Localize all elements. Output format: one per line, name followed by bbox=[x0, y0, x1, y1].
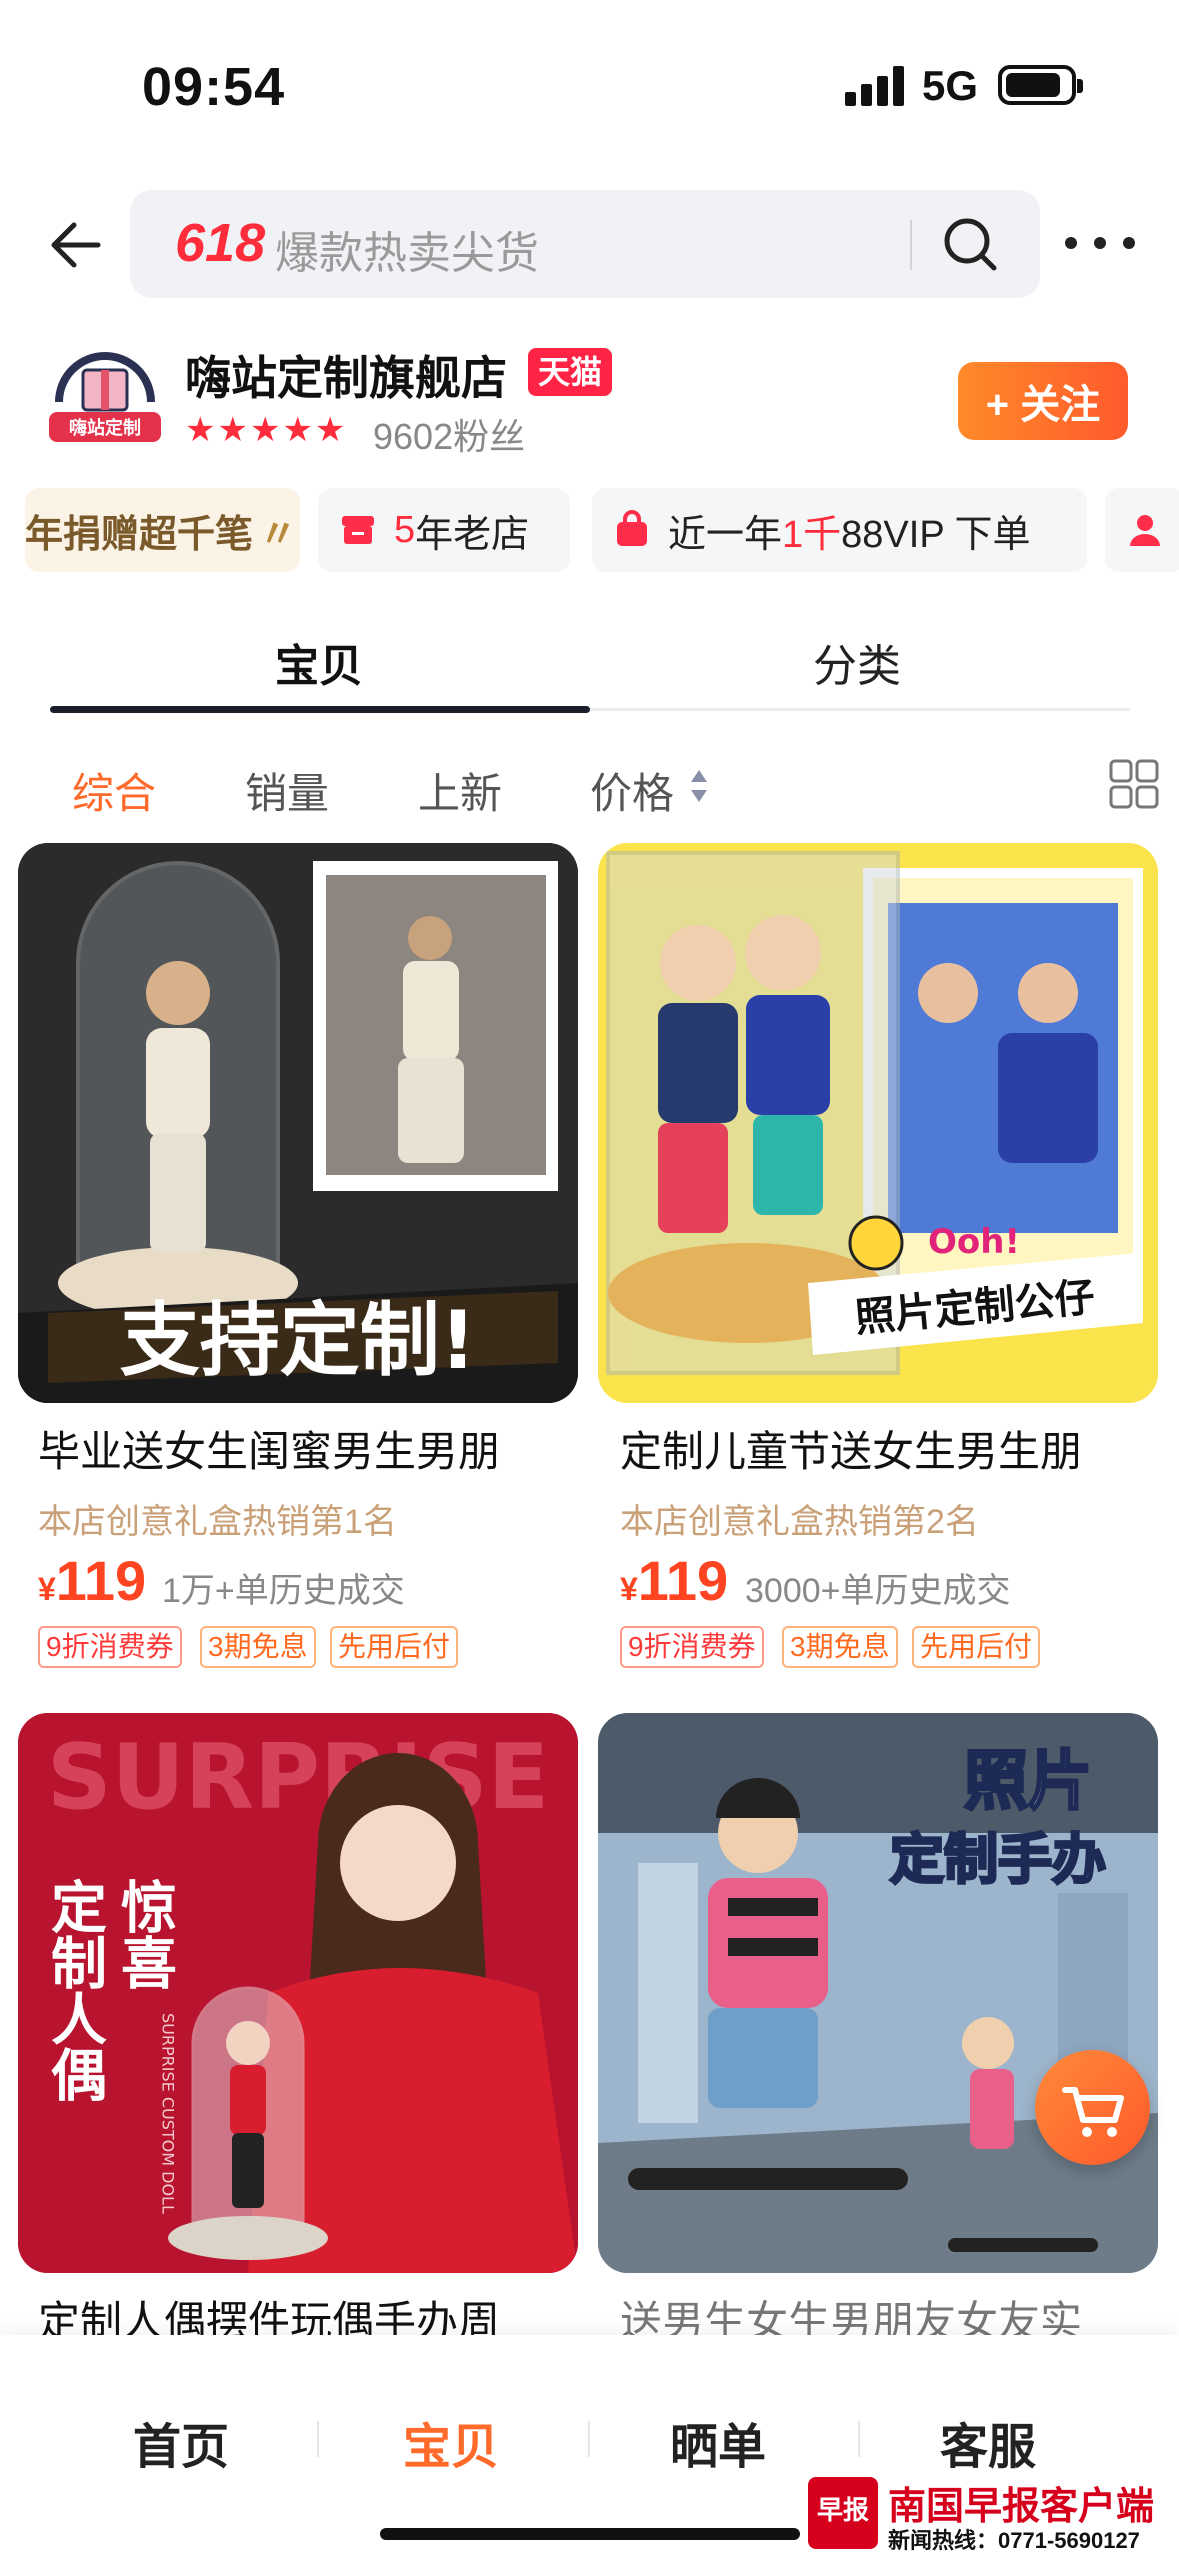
tab-products[interactable]: 宝贝 bbox=[275, 630, 363, 694]
tag-pay-later: 先用后付 bbox=[912, 1626, 1041, 1668]
cart-icon bbox=[1062, 2087, 1124, 2137]
watermark-hotline: 新闻热线：0771-5690127 bbox=[888, 2528, 1140, 2553]
tag-coupon: 9折消费券 bbox=[620, 1626, 764, 1668]
figure-photo: 照片 定制手办 bbox=[598, 1713, 1158, 2273]
chip-vip-pre: 近一年 bbox=[668, 513, 783, 556]
feather-icon: 〃 bbox=[259, 513, 298, 556]
search-icon[interactable] bbox=[938, 212, 1002, 276]
chip-vip-highlight: 1千 bbox=[782, 513, 842, 556]
chip-old-store[interactable]: 5 年老店 bbox=[318, 488, 570, 572]
product-rank[interactable]: 本店创意礼盒热销第2名 bbox=[620, 1494, 979, 1543]
tab-categories[interactable]: 分类 bbox=[813, 630, 901, 694]
back-button[interactable] bbox=[40, 205, 110, 285]
doll-photo: SURPRISE 定制人偶 惊喜 SURPRISE CUSTOM DOLL bbox=[18, 1713, 578, 2273]
store-icon bbox=[342, 516, 374, 544]
product-image[interactable]: Ooh! 照片定制公仔 bbox=[598, 843, 1158, 1403]
svg-text:嗨站定制: 嗨站定制 bbox=[69, 417, 141, 439]
product-price: ¥119 bbox=[38, 1548, 146, 1613]
status-time: 09:54 bbox=[142, 57, 286, 117]
svg-text:Ooh!: Ooh! bbox=[928, 1222, 1020, 1262]
chip-donation[interactable]: 年捐赠超千笔 〃 bbox=[25, 488, 300, 572]
chip-vip-orders[interactable]: 近一年 1千 88VIP 下单 bbox=[592, 488, 1087, 572]
network-label: 5G bbox=[922, 62, 979, 109]
tag-installment: 3期免息 bbox=[200, 1626, 316, 1668]
product-image[interactable]: SURPRISE 定制人偶 惊喜 SURPRISE CUSTOM DOLL bbox=[18, 1713, 578, 2273]
store-logo[interactable]: 嗨站定制 bbox=[45, 342, 165, 450]
svg-text:照片: 照片 bbox=[964, 1745, 1092, 1819]
person-icon bbox=[1130, 515, 1160, 546]
chip-old-store-label: 年老店 bbox=[415, 513, 530, 556]
svg-text:定制人偶: 定制人偶 bbox=[42, 1878, 107, 2102]
figurine-photo: 支持定制! bbox=[18, 843, 578, 1403]
nav-reviews[interactable]: 晒单 bbox=[670, 2407, 766, 2477]
nav-divider bbox=[858, 2421, 860, 2457]
watermark-name: 南国早报客户端 bbox=[888, 2486, 1155, 2528]
product-price: ¥119 bbox=[620, 1548, 728, 1613]
sort-sales[interactable]: 销量 bbox=[245, 760, 329, 821]
home-indicator[interactable] bbox=[380, 2528, 800, 2540]
nav-divider bbox=[317, 2421, 319, 2457]
svg-text:支持定制!: 支持定制! bbox=[120, 1294, 476, 1387]
tab-active-indicator bbox=[50, 706, 590, 713]
tag-coupon: 9折消费券 bbox=[38, 1626, 182, 1668]
search-query: 爆款热卖尖货 bbox=[275, 229, 539, 278]
tag-pay-later: 先用后付 bbox=[330, 1626, 459, 1668]
price-value: 119 bbox=[637, 1549, 729, 1612]
tag-installment: 3期免息 bbox=[782, 1626, 898, 1668]
tmall-badge: 天猫 bbox=[528, 348, 613, 396]
watermark-logo: 早报 bbox=[808, 2477, 878, 2549]
chip-old-store-number: 5 bbox=[394, 508, 416, 551]
back-arrow-icon bbox=[51, 222, 101, 268]
sort-overall[interactable]: 综合 bbox=[72, 760, 156, 821]
cart-button[interactable] bbox=[1035, 2050, 1150, 2165]
battery-icon bbox=[998, 65, 1083, 105]
product-sold-count: 1万+单历史成交 bbox=[162, 1572, 405, 1610]
nav-home[interactable]: 首页 bbox=[133, 2407, 229, 2477]
price-currency: ¥ bbox=[38, 1571, 56, 1607]
sort-arrows-icon bbox=[691, 770, 707, 802]
sort-new[interactable]: 上新 bbox=[418, 760, 502, 821]
sort-price[interactable]: 价格 bbox=[590, 760, 674, 821]
product-rank[interactable]: 本店创意礼盒热销第1名 bbox=[38, 1494, 397, 1543]
grid-view-icon[interactable] bbox=[1108, 758, 1160, 810]
product-image[interactable]: 支持定制! bbox=[18, 843, 578, 1403]
news-watermark: 早报 南国早报客户端 新闻热线：0771-5690127 bbox=[808, 2475, 1179, 2556]
price-currency: ¥ bbox=[620, 1571, 638, 1607]
store-rating-stars: ★★★★★ bbox=[185, 411, 348, 449]
store-name[interactable]: 嗨站定制旗舰店 bbox=[185, 342, 507, 408]
chip-more[interactable] bbox=[1105, 488, 1179, 572]
svg-text:SURPRISE CUSTOM DOLL: SURPRISE CUSTOM DOLL bbox=[159, 2013, 178, 2214]
chip-donation-label: 年捐赠超千笔 bbox=[25, 513, 254, 556]
product-sold-count: 3000+单历史成交 bbox=[745, 1572, 1011, 1610]
chip-vip-post: 88VIP 下单 bbox=[841, 513, 1031, 556]
store-fans-count: 9602粉丝 bbox=[373, 416, 526, 457]
search-divider bbox=[910, 220, 912, 270]
nav-divider bbox=[588, 2421, 590, 2457]
shopping-bag-icon bbox=[617, 510, 647, 546]
product-title[interactable]: 定制儿童节送女生男生朋 bbox=[620, 1418, 1082, 1479]
nav-customer-service[interactable]: 客服 bbox=[940, 2407, 1036, 2477]
product-image[interactable]: 照片 定制手办 bbox=[598, 1713, 1158, 2273]
more-options-icon[interactable] bbox=[1065, 218, 1135, 268]
signal-icon bbox=[845, 66, 905, 106]
product-title[interactable]: 毕业送女生闺蜜男生男朋 bbox=[38, 1418, 500, 1479]
figurine-photo: Ooh! 照片定制公仔 bbox=[598, 843, 1158, 1403]
nav-products[interactable]: 宝贝 bbox=[403, 2407, 499, 2477]
svg-text:惊喜: 惊喜 bbox=[112, 1878, 177, 1990]
price-value: 119 bbox=[55, 1549, 147, 1612]
promo-618-label: 618 bbox=[175, 213, 266, 273]
follow-button[interactable]: + 关注 bbox=[958, 362, 1128, 440]
status-bar: 09:54 5G bbox=[0, 0, 1179, 175]
search-input[interactable]: 618 爆款热卖尖货 bbox=[130, 190, 1040, 298]
svg-text:定制手办: 定制手办 bbox=[890, 1828, 1106, 1891]
